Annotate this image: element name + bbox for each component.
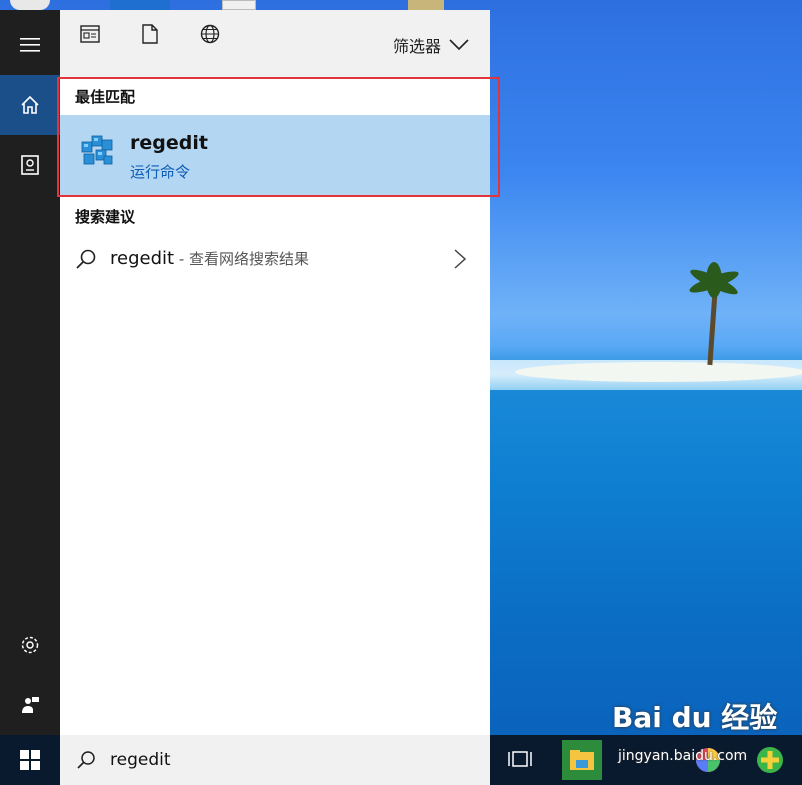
notebook-icon [21, 155, 39, 175]
desktop-icon-peek[interactable] [10, 0, 50, 10]
chevron-right-icon[interactable] [452, 248, 468, 270]
suggestion-suffix: - 查看网络搜索结果 [174, 250, 310, 268]
file-explorer-taskbar-button[interactable] [562, 740, 602, 780]
wallpaper-island [515, 362, 802, 382]
filter-web-button[interactable] [198, 22, 222, 46]
home-button[interactable] [0, 75, 60, 135]
feedback-icon [22, 697, 39, 713]
chevron-down-icon [449, 39, 469, 51]
start-button[interactable] [0, 735, 60, 785]
filter-dropdown[interactable]: 筛选器 [393, 33, 469, 57]
wallpaper-palm-icon [689, 262, 739, 298]
windows-logo-icon [20, 750, 40, 770]
suggestion-query: regedit [110, 248, 175, 269]
hamburger-icon [20, 38, 40, 52]
security-app-taskbar-button[interactable] [752, 740, 788, 780]
apps-icon [80, 25, 100, 43]
desktop-icon-peek[interactable] [222, 0, 256, 10]
baidu-watermark-url: jingyan.baidu.com [618, 748, 748, 764]
home-icon [21, 95, 39, 114]
highlight-box [57, 77, 500, 197]
desktop-icon-peek[interactable] [408, 0, 444, 10]
document-icon [142, 24, 158, 44]
globe-icon [200, 24, 220, 44]
gear-icon [21, 636, 39, 654]
suggestion-text: regedit - 查看网络搜索结果 [110, 248, 309, 269]
hamburger-menu-button[interactable] [0, 15, 60, 75]
filter-label: 筛选器 [393, 37, 442, 56]
suggestions-heading: 搜索建议 [75, 208, 136, 226]
plus-shield-icon [757, 747, 783, 773]
search-icon [77, 751, 95, 769]
filter-documents-button[interactable] [138, 22, 162, 46]
baidu-watermark-logo: Bai du 经验 [612, 701, 778, 734]
desktop-icon-peek[interactable] [110, 0, 170, 10]
feedback-button[interactable] [0, 675, 60, 735]
settings-button[interactable] [0, 615, 60, 675]
notebook-button[interactable] [0, 135, 60, 195]
task-view-icon[interactable] [508, 747, 532, 771]
filter-apps-button[interactable] [78, 22, 102, 46]
search-icon [76, 249, 96, 269]
folder-icon [570, 750, 594, 770]
search-input[interactable] [110, 748, 470, 772]
